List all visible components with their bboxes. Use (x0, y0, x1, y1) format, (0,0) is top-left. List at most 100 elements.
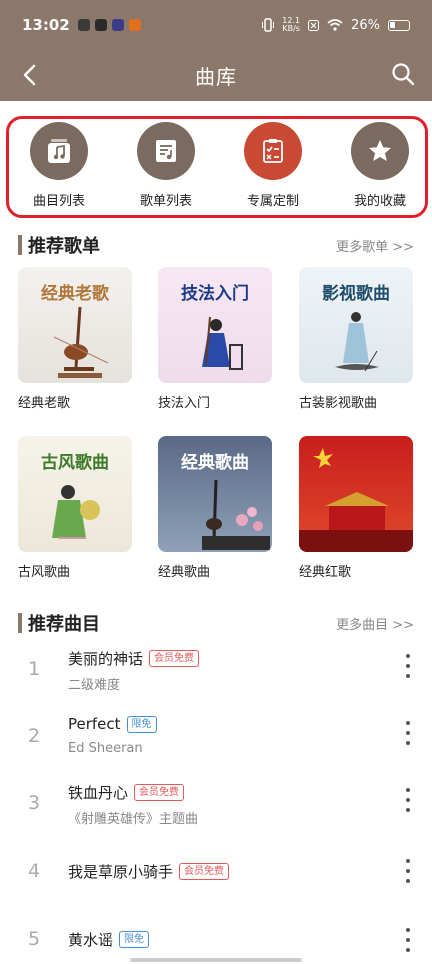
playlist-name: 经典歌曲 (158, 565, 211, 580)
song-title-line: 黄水谣 限免 (68, 929, 150, 950)
song-title-line: 我是草原小骑手 会员免费 (68, 861, 230, 882)
more-options-button[interactable] (400, 928, 416, 952)
nav-bar: 曲库 (0, 50, 432, 100)
playlist-name: 古装影视歌曲 (299, 396, 378, 411)
erhu-illustration (202, 479, 270, 550)
page-title: 曲库 (195, 64, 237, 89)
song-title: 我是草原小骑手 (68, 863, 174, 881)
more-playlists-link[interactable]: 更多歌单 >> (336, 236, 414, 255)
battery-icon (388, 19, 410, 31)
quick-entry-panel: 曲目列表 歌单列表 专属定制 我的收藏 (6, 116, 428, 218)
song-title: 黄水谣 (68, 931, 114, 949)
playlist-name: 经典红歌 (299, 565, 352, 580)
song-subtitle: 《射雕英雄传》主题曲 (68, 812, 199, 827)
playlist-card[interactable]: 技法入门 技法入门 (158, 267, 272, 411)
playlist-cover: 技法入门 (158, 267, 272, 383)
quick-entry-label: 曲目列表 (32, 194, 85, 209)
status-time: 13:02 (22, 16, 70, 34)
limited-free-badge: 限免 (126, 715, 157, 733)
playlist-card[interactable]: 影视歌曲 古装影视歌曲 (299, 267, 413, 411)
playlist-cover: 影视歌曲 (299, 267, 413, 383)
more-songs-link[interactable]: 更多曲目 >> (336, 614, 414, 633)
music-note-icon (48, 139, 70, 163)
battery-percent: 26% (351, 17, 380, 33)
song-rank: 4 (27, 860, 41, 882)
quick-entry-song-list[interactable]: 曲目列表 (9, 119, 109, 215)
notification-icons (77, 19, 141, 31)
quick-entry-playlist-list[interactable]: 歌单列表 (116, 119, 216, 215)
quick-entry-favorites[interactable]: 我的收藏 (330, 119, 430, 215)
tiananmen-illustration (299, 448, 413, 552)
playlist-name: 经典老歌 (18, 396, 71, 411)
playlist-cover (299, 436, 413, 552)
playlist-section-header: 推荐歌单 更多歌单 >> (18, 232, 414, 258)
app-notification-icon (77, 19, 90, 31)
home-indicator[interactable] (130, 958, 302, 962)
playlist-card[interactable]: 经典老歌 经典老歌 (18, 267, 132, 411)
sim-icon (308, 19, 320, 31)
member-free-badge: 会员免费 (179, 863, 230, 880)
quick-entry-label: 专属定制 (246, 194, 299, 209)
section-accent-bar (18, 613, 22, 633)
playlist-name: 古风歌曲 (18, 565, 71, 580)
checklist-icon (263, 139, 283, 163)
net-speed-unit: KB/s (282, 24, 300, 33)
song-title: 美丽的神话 (68, 650, 144, 668)
song-rank: 1 (27, 658, 41, 680)
song-subtitle: 二级难度 (68, 678, 121, 693)
playlist-card[interactable]: 经典歌曲 经典歌曲 (158, 436, 272, 580)
playlist-card[interactable]: 经典红歌 (299, 436, 413, 580)
app-notification-icon (128, 19, 141, 31)
song-row[interactable]: 4 我是草原小骑手 会员免费 (0, 843, 432, 903)
erhu-illustration (53, 306, 109, 378)
song-title: Perfect (68, 715, 121, 733)
app-notification-icon (111, 19, 124, 31)
status-right: 12.1 KB/s 26% (262, 17, 410, 33)
playlist-name: 技法入门 (158, 396, 211, 411)
player-illustration (202, 316, 243, 370)
member-free-badge: 会员免费 (149, 650, 200, 667)
quick-entry-label: 我的收藏 (353, 194, 406, 209)
playlist-cover: 经典老歌 (18, 267, 132, 383)
song-rank: 5 (27, 928, 41, 950)
search-button[interactable] (388, 59, 418, 89)
song-title-line: Perfect 限免 (68, 715, 157, 733)
quick-entry-circle (137, 122, 195, 180)
more-options-button[interactable] (400, 788, 416, 812)
vibrate-icon (262, 18, 275, 32)
quick-entry-circle (351, 122, 409, 180)
playlist-cover: 古风歌曲 (18, 436, 132, 552)
more-options-button[interactable] (400, 654, 416, 678)
section-title: 推荐歌单 (28, 236, 100, 257)
song-rank: 2 (27, 725, 41, 747)
section-accent-bar (18, 235, 22, 255)
ancient-figure-illustration (335, 312, 379, 372)
section-title: 推荐曲目 (28, 614, 100, 635)
song-row[interactable]: 5 黄水谣 限免 (0, 912, 432, 958)
net-speed: 12.1 KB/s (282, 17, 300, 33)
playlist-cover: 经典歌曲 (158, 436, 272, 552)
more-options-button[interactable] (400, 859, 416, 883)
star-icon (369, 140, 391, 161)
back-button[interactable] (14, 60, 44, 90)
limited-free-badge: 限免 (119, 931, 150, 948)
song-row[interactable]: 3 铁血丹心 会员免费 《射雕英雄传》主题曲 (0, 776, 432, 842)
song-row[interactable]: 1 美丽的神话 会员免费 二级难度 (0, 642, 432, 708)
song-title-line: 铁血丹心 会员免费 (68, 782, 185, 803)
quick-entry-circle (30, 122, 88, 180)
quick-entry-circle (244, 122, 302, 180)
app-notification-icon (94, 19, 107, 31)
quick-entry-custom[interactable]: 专属定制 (223, 119, 323, 215)
playlist-icon (156, 140, 176, 162)
song-subtitle: Ed Sheeran (68, 741, 143, 756)
girl-illustration (52, 485, 100, 539)
song-title-line: 美丽的神话 会员免费 (68, 648, 200, 669)
song-rank: 3 (27, 792, 41, 814)
playlist-card[interactable]: 古风歌曲 古风歌曲 (18, 436, 132, 580)
more-options-button[interactable] (400, 721, 416, 745)
chevron-left-icon (23, 64, 36, 86)
status-bar: 13:02 12.1 KB/s 26% (0, 0, 432, 50)
song-section-header: 推荐曲目 更多曲目 >> (18, 610, 414, 636)
song-row[interactable]: 2 Perfect 限免 Ed Sheeran (0, 709, 432, 775)
wifi-icon (327, 19, 343, 31)
